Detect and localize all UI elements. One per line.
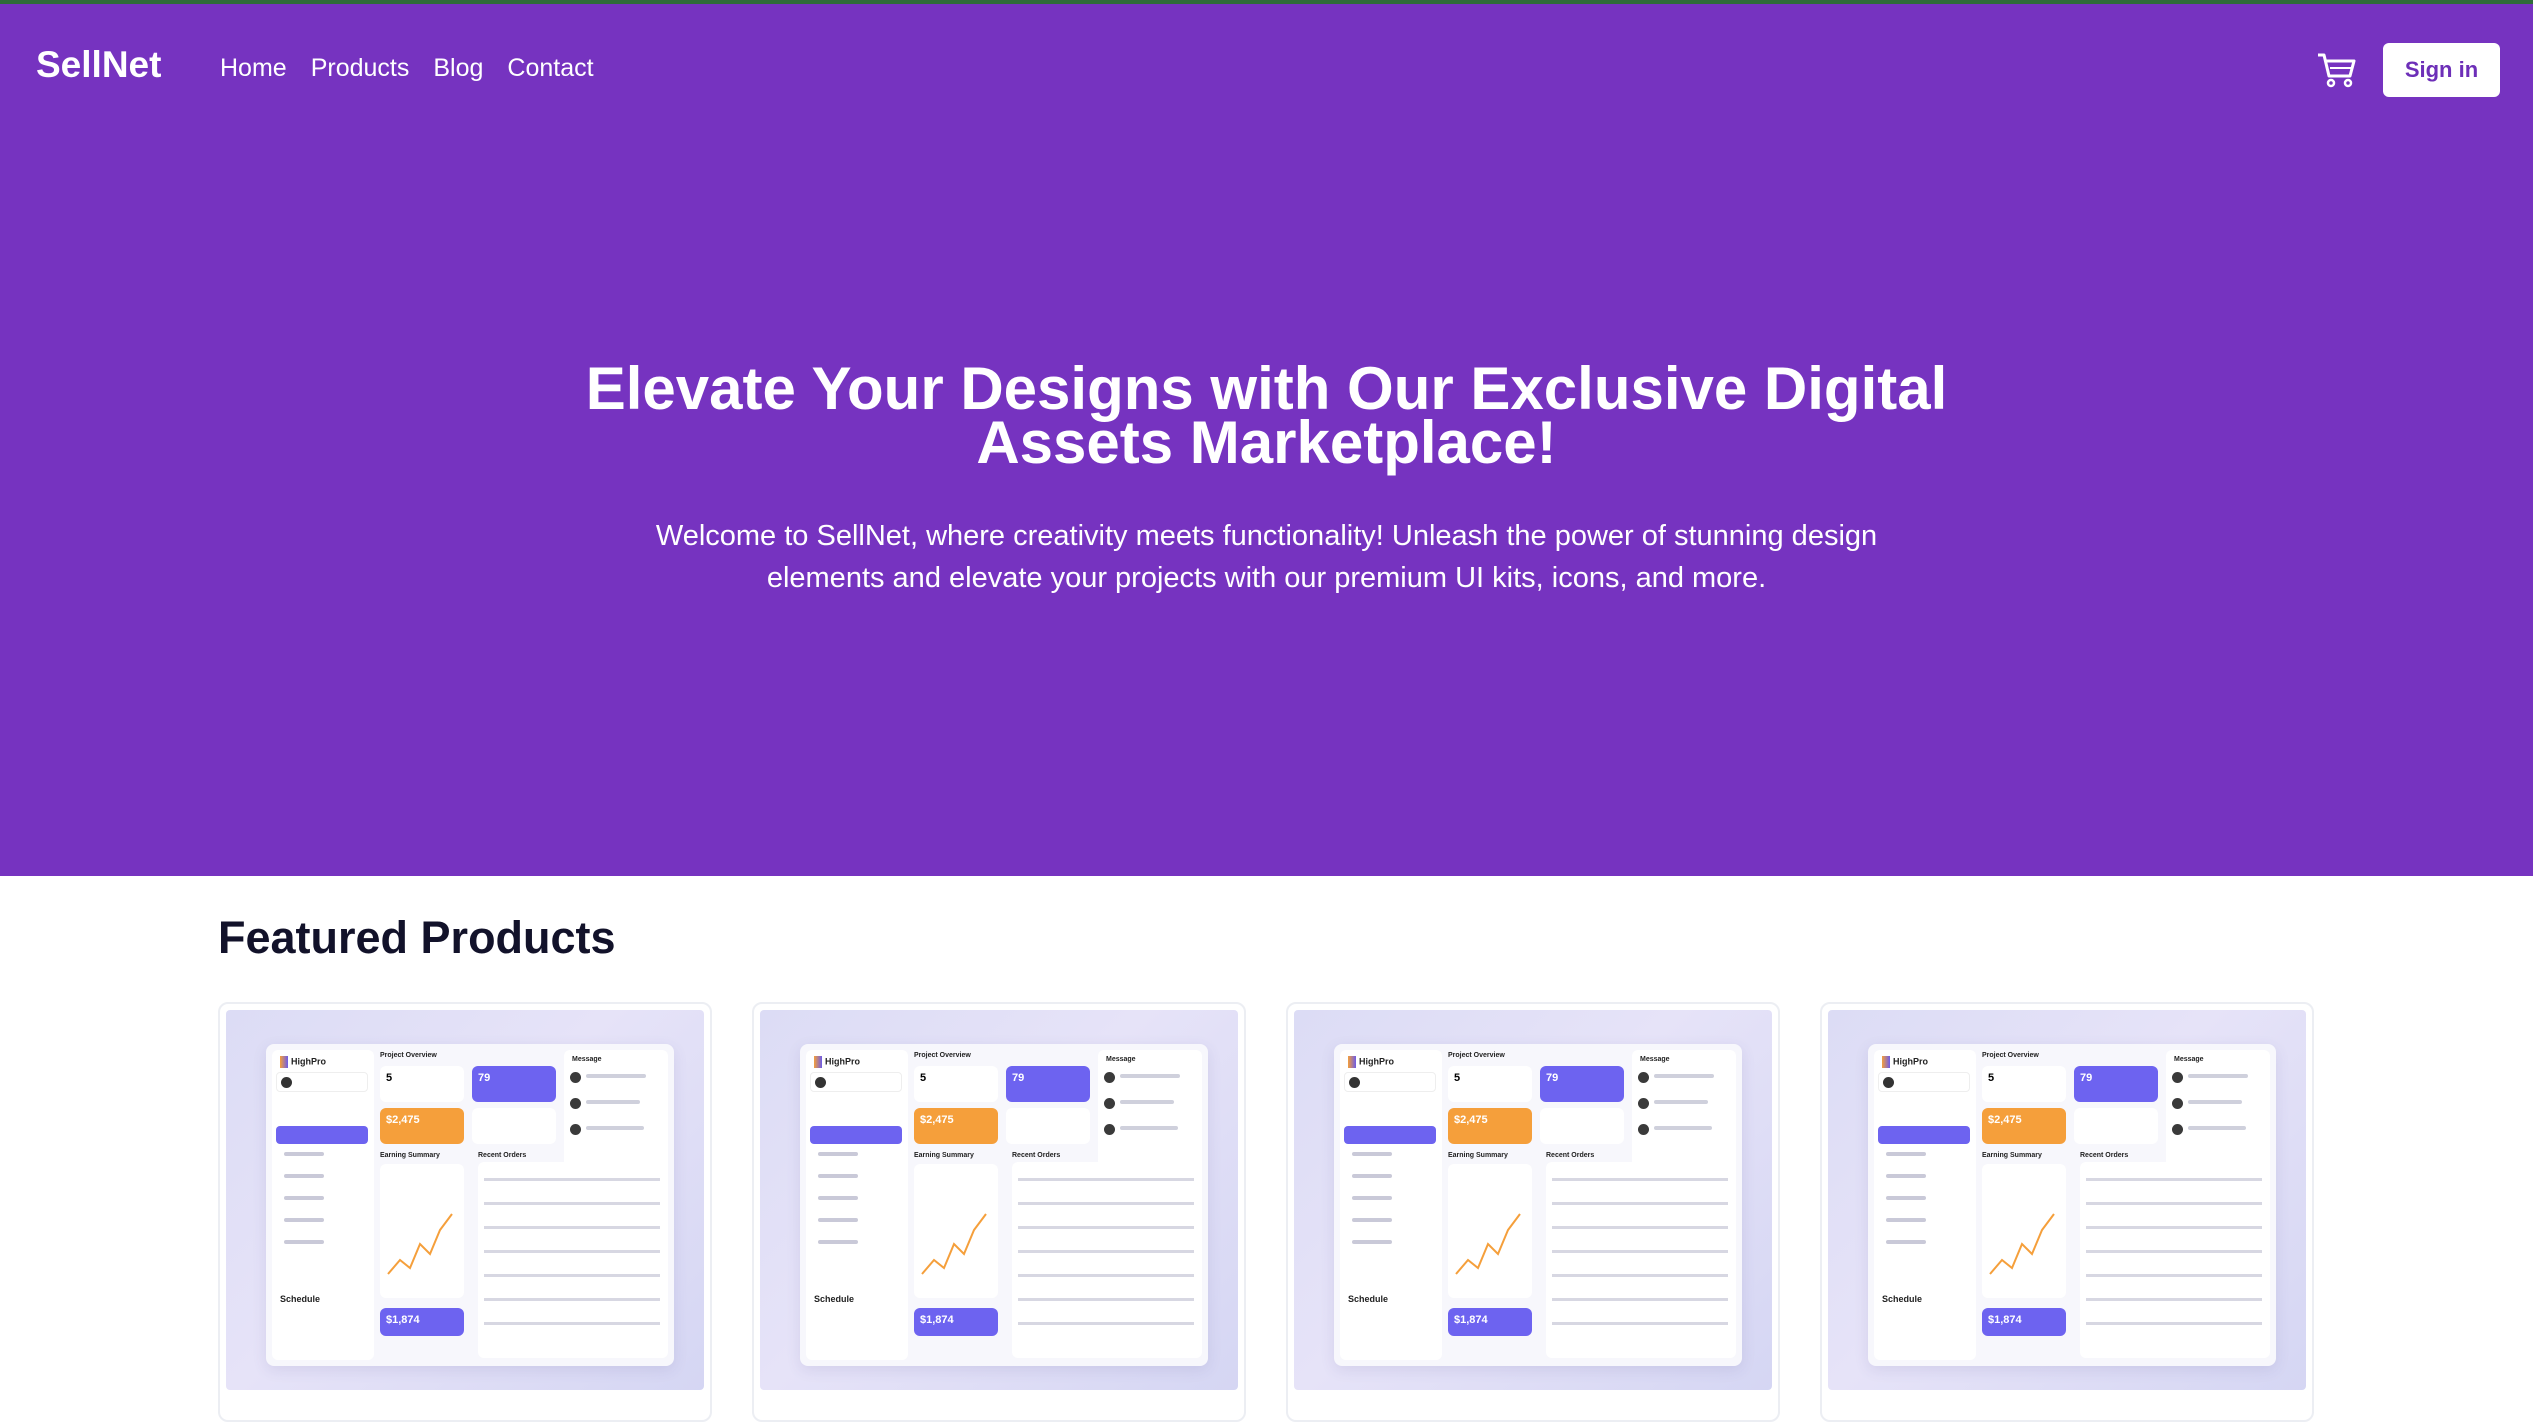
preview-summary-label: Earning Summary [380,1152,440,1159]
product-thumbnail: HighPro Schedule Project Overview 5 79 $2… [760,1010,1238,1390]
nav-blog[interactable]: Blog [433,54,483,83]
nav-home[interactable]: Home [220,54,287,83]
preview-schedule: Schedule [280,1294,321,1304]
product-thumbnail: HighPro Schedule Project Overview 5 79 $2… [1294,1010,1772,1390]
hero-title: Elevate Your Designs with Our Exclusive … [585,355,1948,476]
product-thumbnail: HighPro Schedule Project Overview 5 79 $2… [1828,1010,2306,1390]
dashboard-preview: HighPro Schedule Project Overview 5 79 $2… [800,1044,1208,1366]
brand-logo[interactable]: SellNet [36,44,161,86]
hero-subtitle: Welcome to SellNet, where creativity mee… [655,520,1878,594]
preview-logo: HighPro [280,1056,326,1068]
product-grid: HighPro Schedule Project Overview 5 79 $… [218,1002,2314,1422]
featured-products-title: Featured Products [218,912,616,963]
hero-section: SellNet Home Products Blog Contact Sign … [0,4,2533,876]
preview-overview-label: Project Overview [380,1052,437,1059]
main-nav: Home Products Blog Contact [220,54,594,83]
product-card[interactable]: HighPro Schedule Project Overview 5 79 $2… [1286,1002,1780,1422]
product-thumbnail: HighPro Schedule Project Overview 5 79 $… [226,1010,704,1390]
nav-products[interactable]: Products [311,54,410,83]
nav-contact[interactable]: Contact [507,54,593,83]
dashboard-preview: HighPro Schedule Project Overview 5 79 $2… [1868,1044,2276,1366]
cart-icon[interactable] [2316,50,2358,90]
preview-sidebar: HighPro Schedule [272,1050,374,1360]
preview-orders-label: Recent Orders [478,1152,527,1159]
product-card[interactable]: HighPro Schedule Project Overview 5 79 $2… [1820,1002,2314,1422]
dashboard-preview: HighPro Schedule Project Overview 5 79 $2… [1334,1044,1742,1366]
product-card[interactable]: HighPro Schedule Project Overview 5 79 $2… [752,1002,1246,1422]
sign-in-button[interactable]: Sign in [2383,43,2500,97]
product-card[interactable]: HighPro Schedule Project Overview 5 79 $… [218,1002,712,1422]
dashboard-preview: HighPro Schedule Project Overview 5 79 $… [266,1044,674,1366]
